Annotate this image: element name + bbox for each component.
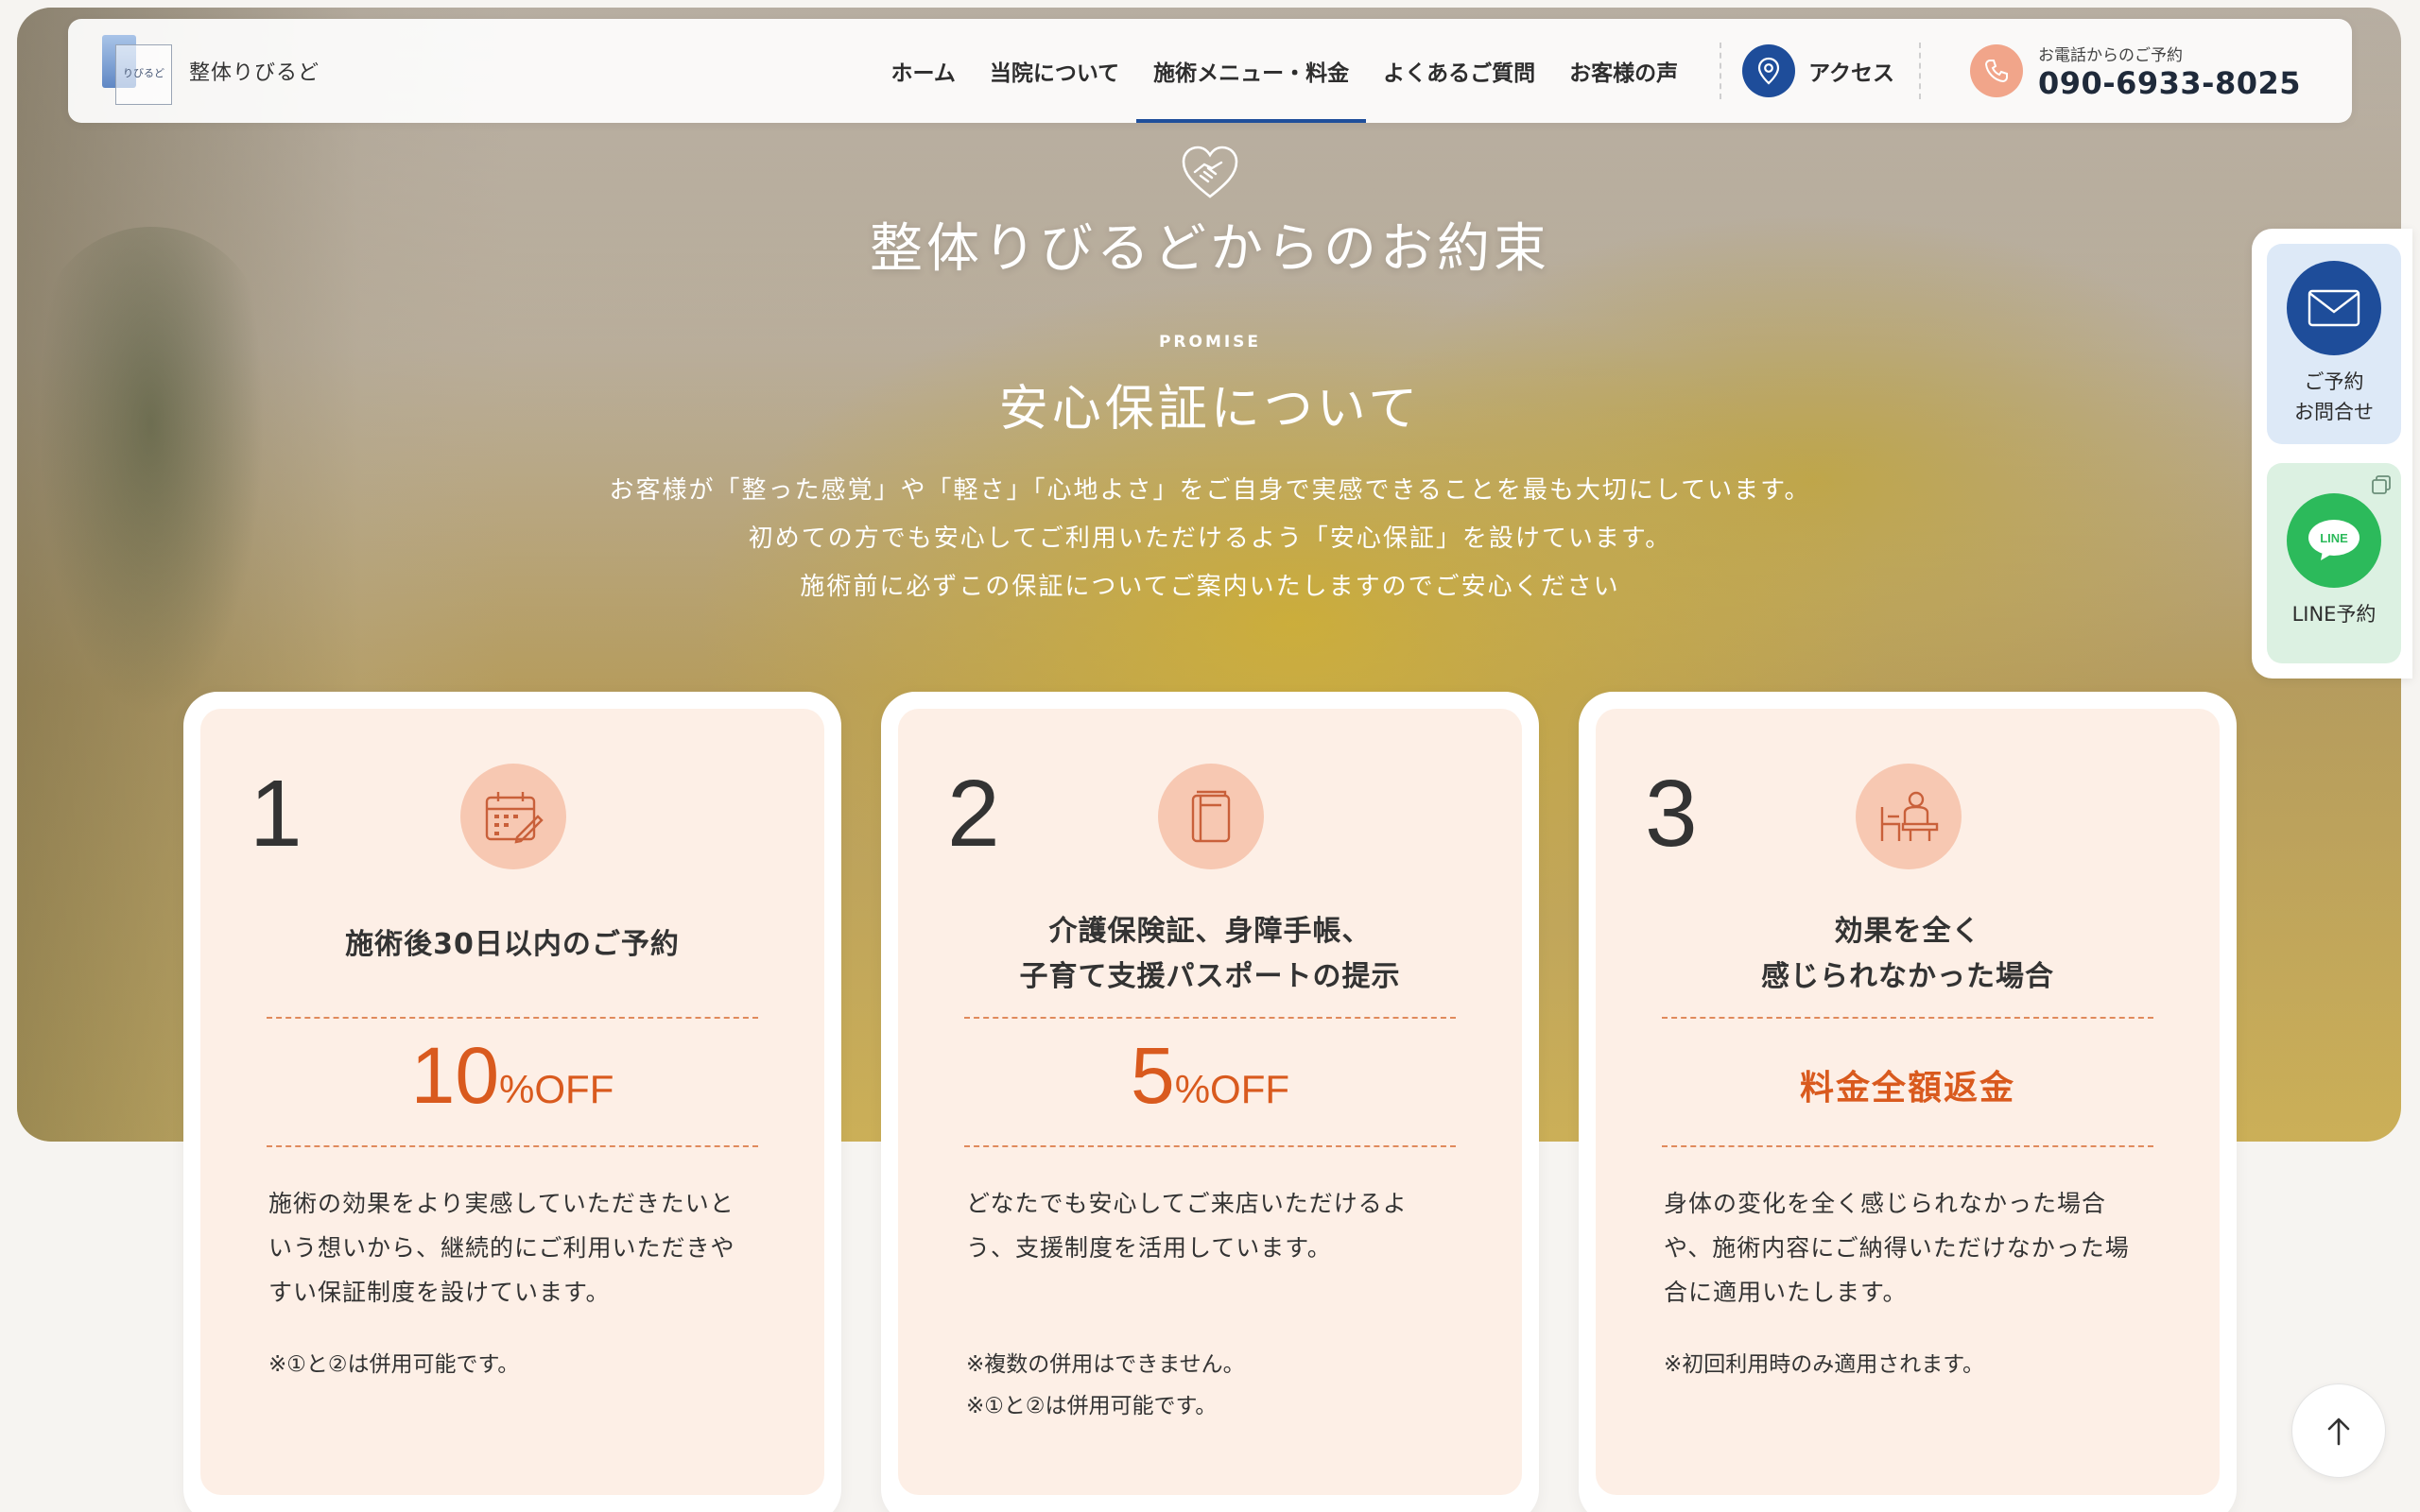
note-line: ※①と②は併用可能です。 <box>268 1352 520 1377</box>
logo[interactable]: りびるど 整体りびるど <box>102 35 320 107</box>
contact-label: ご予約 お問合せ <box>2267 367 2401 427</box>
dashed-divider <box>964 1145 1456 1147</box>
card-number: 3 <box>1645 761 1698 867</box>
note-line: ※初回利用時のみ適用されます。 <box>1664 1352 1984 1377</box>
handshake-heart-icon <box>1182 146 1238 198</box>
external-link-icon <box>2372 475 2391 494</box>
card-title-line: 感じられなかった場合 <box>1761 960 2054 993</box>
card-notes: ※初回利用時のみ適用されます。 <box>1664 1344 2153 1385</box>
contact-reserve-button[interactable]: ご予約 お問合せ <box>2267 244 2401 444</box>
desc-line: 合に適用いたします。 <box>1664 1279 1908 1306</box>
dashed-divider <box>1662 1145 2153 1147</box>
card-title-line: 効果を全く <box>1834 915 1981 948</box>
discount: 10%OFF <box>200 1030 824 1122</box>
promise-label: PROMISE <box>1158 333 1262 352</box>
dashed-divider <box>267 1145 758 1147</box>
desc-line: どなたでも安心してご来店いただけるよ <box>966 1190 1408 1217</box>
desc-line: すい保証制度を設けています。 <box>268 1279 611 1306</box>
access-label: アクセス <box>1808 61 1895 86</box>
card-title-line: 介護保険証、身障手帳、 <box>1048 915 1372 948</box>
guarantee-card-2: 2 介護保険証、身障手帳、 子育て支援パスポートの提示 5%OFF どなたでも安… <box>881 692 1539 1512</box>
tel-caption: お電話からのご予約 <box>2038 45 2184 65</box>
card-number: 1 <box>250 761 302 867</box>
desc-line: う、支援制度を活用しています。 <box>966 1234 1332 1262</box>
desc-line: や、施術内容にご納得いただけなかった場 <box>1664 1234 2130 1262</box>
discount: 5%OFF <box>898 1030 1522 1122</box>
nav-about[interactable]: 当院について <box>973 19 1136 123</box>
card-title: 効果を全く 感じられなかった場合 <box>1596 909 2220 1000</box>
intro-line: 施術前に必ずこの保証についてご案内いたしますのでご安心ください <box>800 573 1620 601</box>
line-icon: LINE <box>2287 493 2381 588</box>
logo-mark-text: りびるど <box>123 67 164 79</box>
desc-line: 身体の変化を全く感じられなかった場合 <box>1664 1190 2107 1217</box>
tel-number: 090-6933-8025 <box>2038 64 2301 101</box>
note-line: ※複数の併用はできません。 <box>966 1352 1245 1377</box>
desc-line: 施術の効果をより実感していただきたいと <box>268 1190 735 1217</box>
guarantee-card-1: 1 施術後30日以内のご予約 10%OFF 施術の効果をより実感していただきたい… <box>183 692 841 1512</box>
contact-label-line: ご予約 <box>2304 370 2364 393</box>
desc-line: いう想いから、継続的にご利用いただきや <box>268 1234 735 1262</box>
dashed-divider <box>964 1017 1456 1019</box>
mail-icon <box>2287 261 2381 355</box>
card-description: どなたでも安心してご来店いただけるよ う、支援制度を活用しています。 <box>966 1181 1456 1270</box>
nav-menu-price[interactable]: 施術メニュー・料金 <box>1136 19 1367 123</box>
consultation-icon <box>1856 764 1962 869</box>
card-number: 2 <box>947 761 1000 867</box>
intro-line: お客様が「整った感覚」や「軽さ」「心地よさ」をご自身で実感できることを最も大切に… <box>609 476 1811 505</box>
intro-text: お客様が「整った感覚」や「軽さ」「心地よさ」をご自身で実感できることを最も大切に… <box>0 467 2420 611</box>
tel-link[interactable]: お電話からのご予約 090-6933-8025 <box>1970 42 2301 101</box>
contact-label-line: お問合せ <box>2294 401 2374 423</box>
notebook-icon <box>1158 764 1264 869</box>
card-description: 施術の効果をより実感していただきたいと いう想いから、継続的にご利用いただきや … <box>268 1181 758 1314</box>
discount-unit: %OFF <box>1174 1067 1290 1111</box>
card-notes: ※①と②は併用可能です。 <box>268 1344 758 1385</box>
logo-mark: りびるど <box>102 35 174 107</box>
line-label: LINE予約 <box>2291 603 2377 626</box>
nav-home[interactable]: ホーム <box>874 19 973 123</box>
dashed-divider <box>267 1017 758 1019</box>
card-title-line: 子育て支援パスポートの提示 <box>1019 960 1401 993</box>
main-nav: ホーム 当院について 施術メニュー・料金 よくあるご質問 お客様の声 アクセス … <box>874 19 2352 123</box>
back-to-top-button[interactable] <box>2291 1383 2386 1478</box>
nav-divider <box>1720 43 1722 99</box>
nav-divider <box>1919 43 1922 99</box>
map-pin-icon <box>1742 44 1796 97</box>
card-notes: ※複数の併用はできません。 ※①と②は併用可能です。 <box>966 1344 1456 1427</box>
phone-icon <box>1970 44 2024 97</box>
card-description: 身体の変化を全く感じられなかった場合 や、施術内容にご納得いただけなかった場 合… <box>1664 1181 2153 1314</box>
line-reserve-button[interactable]: LINE LINE予約 <box>2267 463 2401 663</box>
dashed-divider <box>1662 1017 2153 1019</box>
discount-value: 5 <box>1130 1031 1175 1120</box>
card-title-line: 施術後30日以内のご予約 <box>345 928 680 961</box>
access-link[interactable]: アクセス <box>1742 44 1894 97</box>
guarantee-card-3: 3 効果を全く 感じられなかった場合 料金全額返金 身体の変化を全く感じられなか… <box>1579 692 2237 1512</box>
site-header: りびるど 整体りびるど ホーム 当院について 施術メニュー・料金 よくあるご質問… <box>68 19 2352 123</box>
arrow-up-icon <box>2327 1418 2350 1446</box>
note-line: ※①と②は併用可能です。 <box>966 1394 1218 1418</box>
promise-heading: 安心保証について <box>998 381 1422 438</box>
line-badge-text: LINE <box>2320 531 2348 545</box>
discount-value: 10 <box>410 1031 500 1120</box>
card-title: 介護保険証、身障手帳、 子育て支援パスポートの提示 <box>898 909 1522 1000</box>
intro-line: 初めての方でも安心してご利用いただけるよう「安心保証」を設けています。 <box>748 524 1672 553</box>
logo-name: 整体りびるど <box>189 61 320 85</box>
hero-title: 整体りびるどからのお約束 <box>870 218 1550 280</box>
card-title: 施術後30日以内のご予約 <box>200 922 824 968</box>
refund-text: 料金全額返金 <box>1799 1069 2015 1108</box>
calendar-icon <box>460 764 566 869</box>
nav-faq[interactable]: よくあるご質問 <box>1366 19 1552 123</box>
discount-unit: %OFF <box>499 1067 614 1111</box>
nav-voice[interactable]: お客様の声 <box>1552 19 1695 123</box>
side-floating-menu: ご予約 お問合せ LINE LINE予約 <box>2252 229 2412 679</box>
